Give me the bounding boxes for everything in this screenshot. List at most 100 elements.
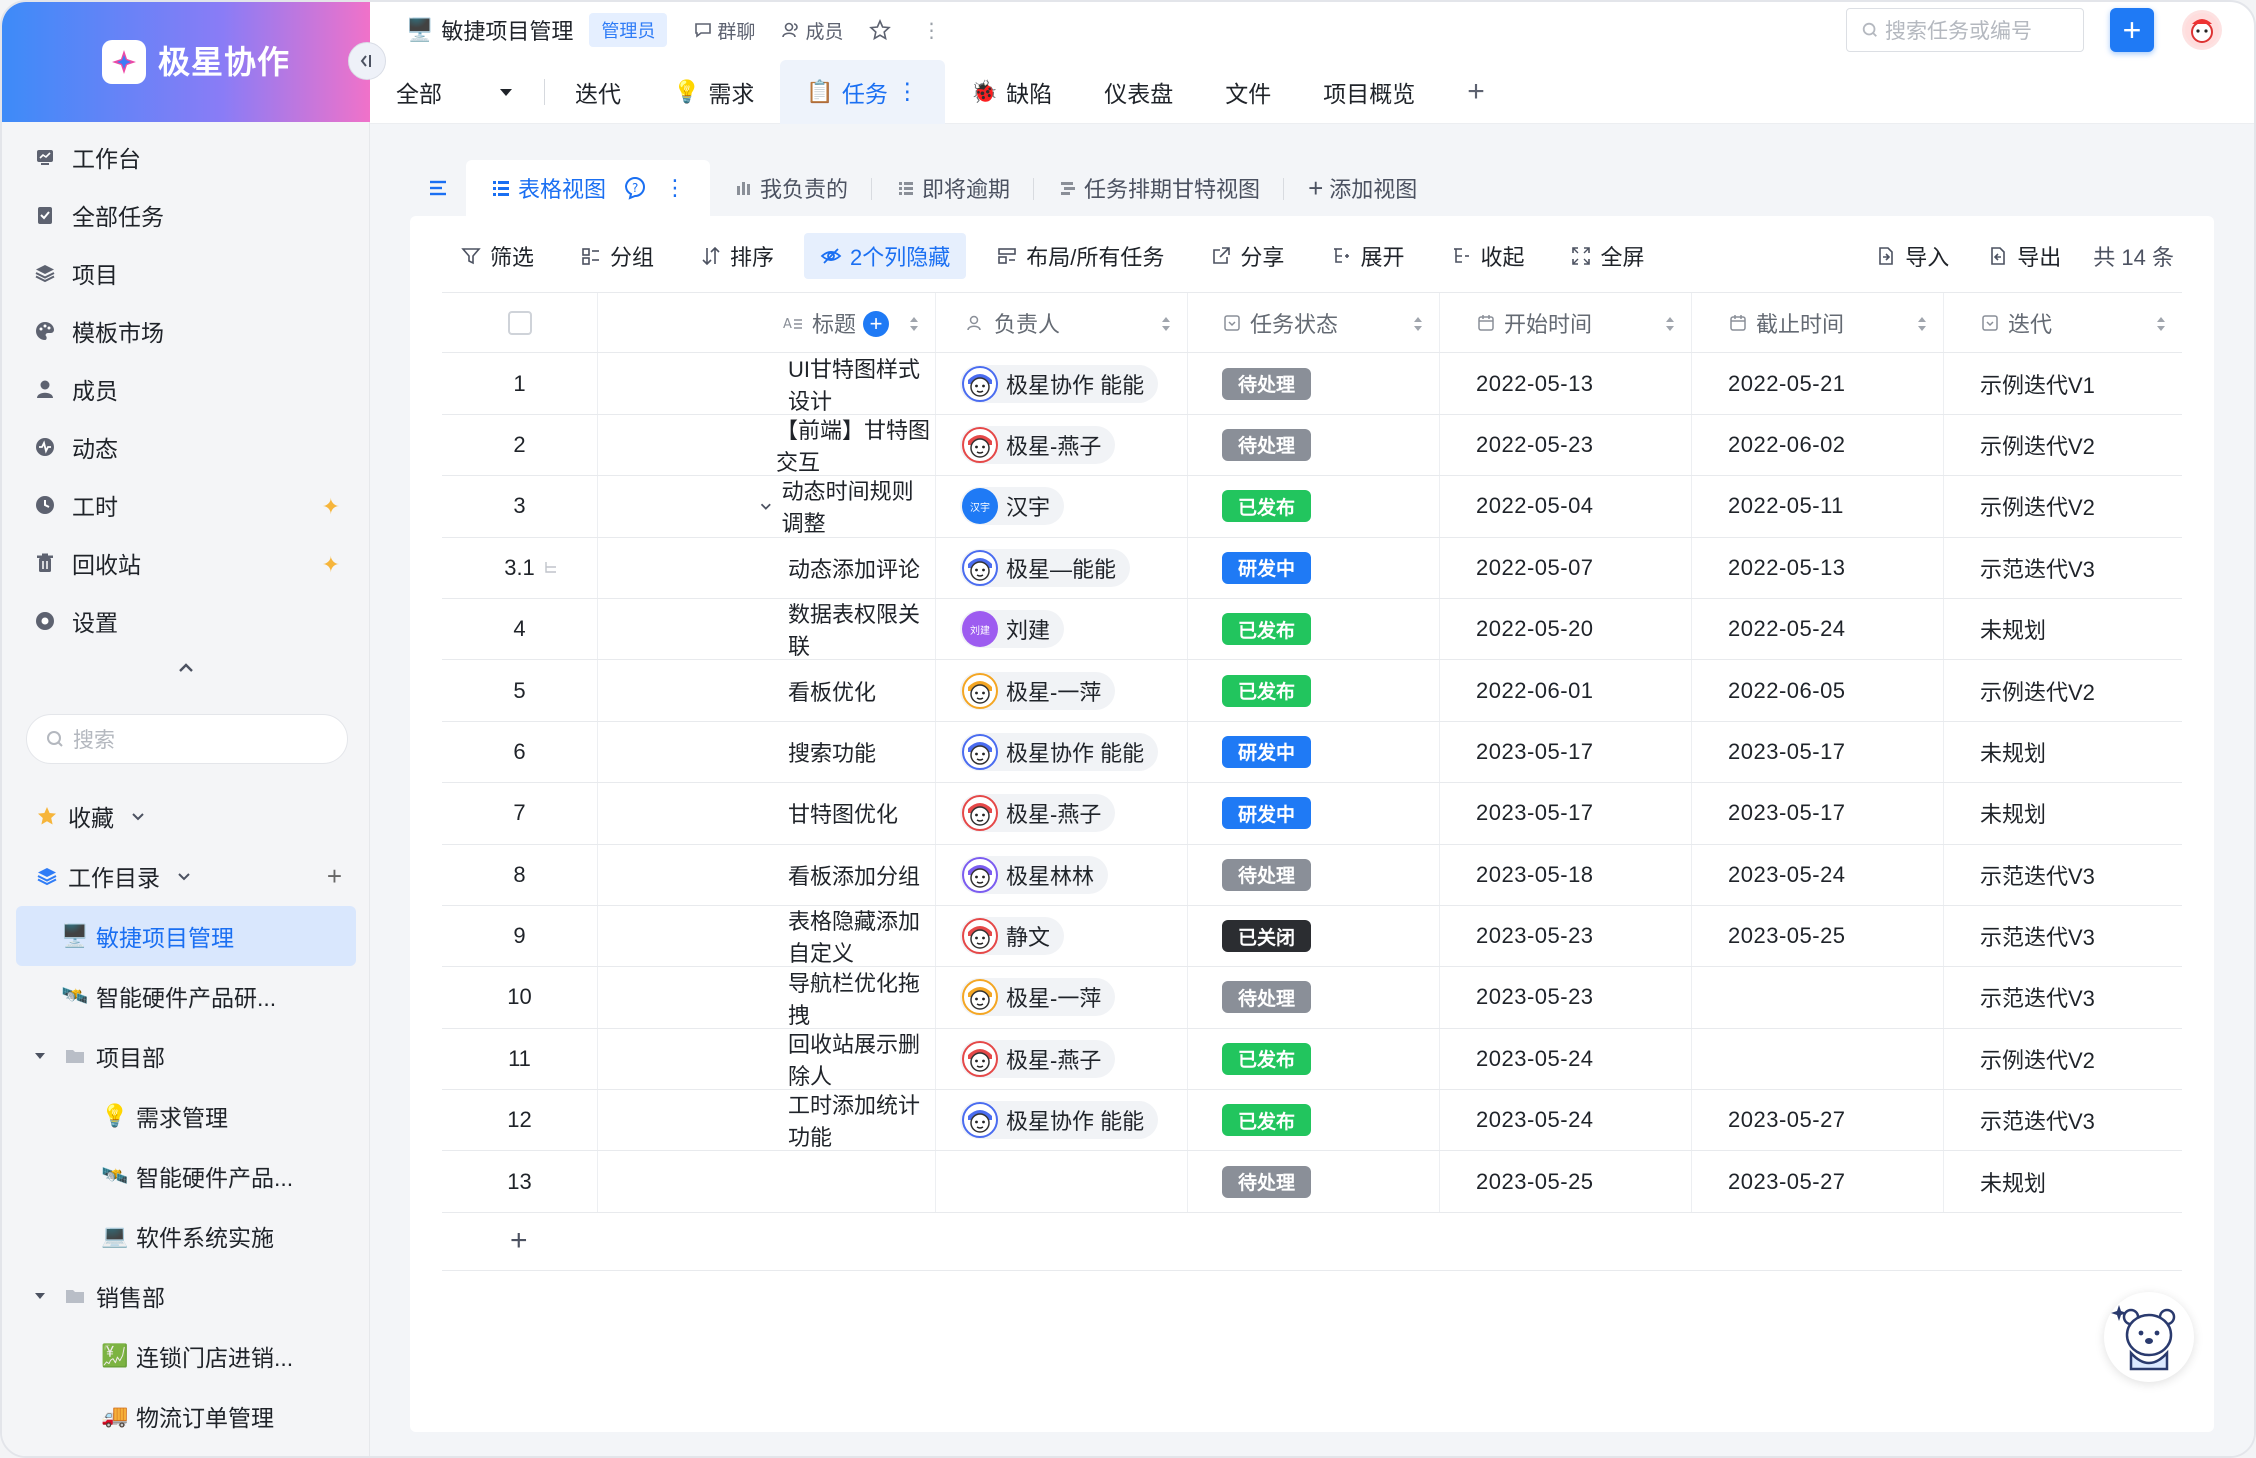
end-date-cell[interactable]: 2023-05-17 bbox=[1692, 783, 1944, 844]
iteration-cell[interactable]: 示例迭代V2 bbox=[1944, 660, 2182, 720]
table-row[interactable]: 10 导航栏优化拖拽 极星-一萍 待处理 2023-05-23 示范迭代V3 bbox=[442, 967, 2182, 1029]
owner-cell[interactable]: 极星—能能 bbox=[936, 537, 1188, 598]
table-row[interactable]: 6 搜索功能 极星协作 能能 研发中 2023-05-17 2023-05-17 未规划 bbox=[442, 721, 2182, 784]
sidebar-search-input[interactable]: 搜索 bbox=[26, 714, 348, 764]
view-tab-table[interactable]: 表格视图 ? ⋮ bbox=[466, 160, 711, 216]
start-date-cell[interactable]: 2022-05-23 bbox=[1440, 414, 1692, 476]
task-title-cell[interactable]: 动态时间规则调整 bbox=[598, 476, 936, 537]
table-row[interactable]: 3.1 动态添加评论 极星—能能 研发中 2022-05-07 2022-05-13 示范迭… bbox=[442, 537, 2182, 599]
owner-chip[interactable]: 极星-一萍 bbox=[960, 671, 1116, 710]
start-date-cell[interactable]: 2022-05-20 bbox=[1440, 598, 1692, 660]
column-header-owner[interactable]: 负责人 bbox=[936, 293, 1188, 353]
end-date-cell[interactable]: 2023-05-25 bbox=[1692, 905, 1944, 967]
start-date-cell[interactable]: 2023-05-25 bbox=[1440, 1151, 1692, 1212]
module-tab-3[interactable]: 🐞 缺陷 bbox=[945, 60, 1078, 124]
table-row[interactable]: 7 甘特图优化 极星-燕子 研发中 2023-05-17 2023-05-17 未规划 bbox=[442, 783, 2182, 845]
end-date-cell[interactable]: 2022-05-21 bbox=[1692, 353, 1944, 414]
column-header-end[interactable]: 截止时间 bbox=[1692, 293, 1944, 353]
table-row[interactable]: 5 看板优化 极星-一萍 已发布 2022-06-01 2022-06-05 示例迭代V2 bbox=[442, 660, 2182, 722]
sidebar-item-2[interactable]: 项目 bbox=[2, 244, 370, 302]
module-tab-0[interactable]: 迭代 bbox=[549, 60, 647, 124]
owner-cell[interactable]: 极星协作 能能 bbox=[936, 1090, 1188, 1151]
status-badge[interactable]: 研发中 bbox=[1222, 551, 1312, 584]
start-date-cell[interactable]: 2023-05-17 bbox=[1440, 721, 1692, 783]
table-row[interactable]: 2 【前端】甘特图交互 极星-燕子 待处理 2022-05-23 2022-06-02 示例… bbox=[442, 414, 2182, 477]
column-header-start[interactable]: 开始时间 bbox=[1440, 293, 1692, 353]
workdir-section[interactable]: 工作目录 + bbox=[2, 846, 370, 906]
sidebar-item-1[interactable]: 全部任务 bbox=[2, 186, 370, 244]
members-link[interactable]: 成员 bbox=[781, 17, 843, 44]
iteration-cell[interactable]: 未规划 bbox=[1944, 722, 2182, 782]
share-button[interactable]: 分享 bbox=[1194, 233, 1300, 279]
owner-cell[interactable] bbox=[936, 1151, 1188, 1212]
status-badge[interactable]: 已发布 bbox=[1222, 613, 1312, 646]
table-row[interactable]: 11 回收站展示删除人 极星-燕子 已发布 2023-05-24 示例迭代V2 bbox=[442, 1028, 2182, 1091]
project-item[interactable]: 🛰️ 智能硬件产品研... bbox=[2, 966, 370, 1026]
status-cell[interactable]: 待处理 bbox=[1188, 844, 1440, 905]
hidden-columns-button[interactable]: 2个列隐藏 bbox=[804, 233, 967, 279]
owner-cell[interactable]: 极星-燕子 bbox=[936, 783, 1188, 844]
task-title-cell[interactable]: 搜索功能 bbox=[598, 721, 936, 783]
iteration-cell[interactable]: 未规划 bbox=[1944, 783, 2182, 843]
module-tab-4[interactable]: 仪表盘 bbox=[1078, 60, 1199, 124]
expand-button[interactable]: 展开 bbox=[1314, 233, 1420, 279]
status-badge[interactable]: 已发布 bbox=[1222, 490, 1312, 523]
task-title-cell[interactable]: 数据表权限关联 bbox=[598, 598, 936, 660]
owner-cell[interactable]: 汉宇 汉宇 bbox=[936, 476, 1188, 537]
more-vertical-icon[interactable]: ⋮ bbox=[664, 175, 686, 201]
start-date-cell[interactable]: 2023-05-24 bbox=[1440, 1090, 1692, 1151]
create-button[interactable]: + bbox=[2110, 8, 2154, 52]
status-badge[interactable]: 待处理 bbox=[1222, 1165, 1312, 1198]
select-all-checkbox[interactable] bbox=[442, 293, 598, 353]
owner-cell[interactable]: 极星-燕子 bbox=[936, 414, 1188, 476]
start-date-cell[interactable]: 2022-05-13 bbox=[1440, 353, 1692, 414]
end-date-cell[interactable]: 2022-05-11 bbox=[1692, 476, 1944, 537]
end-date-cell[interactable]: 2022-06-05 bbox=[1692, 660, 1944, 721]
filter-button[interactable]: 筛选 bbox=[444, 233, 550, 279]
column-header-status[interactable]: 任务状态 bbox=[1188, 293, 1440, 353]
owner-chip[interactable]: 极星协作 能能 bbox=[960, 364, 1159, 403]
project-title[interactable]: 🖥️ 敏捷项目管理 bbox=[406, 14, 573, 46]
status-cell[interactable]: 待处理 bbox=[1188, 414, 1440, 476]
tab-all-dropdown[interactable]: 全部 bbox=[370, 60, 540, 124]
status-cell[interactable]: 已关闭 bbox=[1188, 905, 1440, 967]
task-title-cell[interactable]: UI甘特图样式设计 bbox=[598, 353, 936, 414]
end-date-cell[interactable] bbox=[1692, 967, 1944, 1028]
status-cell[interactable]: 研发中 bbox=[1188, 783, 1440, 844]
owner-chip[interactable]: 极星-燕子 bbox=[960, 425, 1116, 464]
end-date-cell[interactable]: 2022-05-13 bbox=[1692, 537, 1944, 598]
start-date-cell[interactable]: 2023-05-24 bbox=[1440, 1028, 1692, 1090]
fullscreen-button[interactable]: 全屏 bbox=[1554, 233, 1660, 279]
owner-chip[interactable]: 静文 bbox=[960, 917, 1065, 956]
task-title-cell[interactable]: 工时添加统计功能 bbox=[598, 1090, 936, 1151]
task-title-cell[interactable]: 甘特图优化 bbox=[598, 783, 936, 844]
group-chat-link[interactable]: 群聊 bbox=[693, 17, 755, 44]
owner-chip[interactable]: 极星林林 bbox=[960, 855, 1109, 894]
chevron-down-icon[interactable] bbox=[758, 497, 774, 515]
help-chat-icon[interactable]: ? bbox=[622, 175, 648, 201]
sidebar-item-0[interactable]: 工作台 bbox=[2, 128, 370, 186]
task-title-cell[interactable]: 表格隐藏添加自定义 bbox=[598, 905, 936, 967]
iteration-cell[interactable]: 示范迭代V3 bbox=[1944, 967, 2182, 1027]
owner-cell[interactable]: 极星-一萍 bbox=[936, 660, 1188, 721]
status-badge[interactable]: 待处理 bbox=[1222, 367, 1312, 400]
start-date-cell[interactable]: 2022-05-07 bbox=[1440, 537, 1692, 598]
owner-chip[interactable]: 极星协作 能能 bbox=[960, 732, 1159, 771]
status-badge[interactable]: 待处理 bbox=[1222, 858, 1312, 891]
iteration-cell[interactable]: 示范迭代V3 bbox=[1944, 845, 2182, 905]
status-cell[interactable]: 研发中 bbox=[1188, 537, 1440, 598]
column-header-iteration[interactable]: 迭代 bbox=[1944, 293, 2182, 352]
task-title-cell[interactable]: 动态添加评论 bbox=[598, 537, 936, 598]
owner-cell[interactable]: 刘建 刘建 bbox=[936, 598, 1188, 660]
owner-chip[interactable]: 极星-燕子 bbox=[960, 794, 1116, 833]
collapse-button[interactable]: 收起 bbox=[1434, 233, 1540, 279]
iteration-cell[interactable]: 示例迭代V1 bbox=[1944, 353, 2182, 413]
owner-cell[interactable]: 极星协作 能能 bbox=[936, 353, 1188, 414]
status-badge[interactable]: 已发布 bbox=[1222, 1042, 1312, 1075]
iteration-cell[interactable]: 示例迭代V2 bbox=[1944, 476, 2182, 536]
sidebar-item-8[interactable]: 设置 bbox=[2, 592, 370, 650]
add-row-button[interactable]: + bbox=[442, 1213, 2182, 1271]
table-row[interactable]: 8 看板添加分组 极星林林 待处理 2023-05-18 2023-05-24 示范迭代V3 bbox=[442, 844, 2182, 906]
owner-chip[interactable]: 极星-一萍 bbox=[960, 978, 1116, 1017]
layout-button[interactable]: 布局/所有任务 bbox=[980, 233, 1180, 279]
